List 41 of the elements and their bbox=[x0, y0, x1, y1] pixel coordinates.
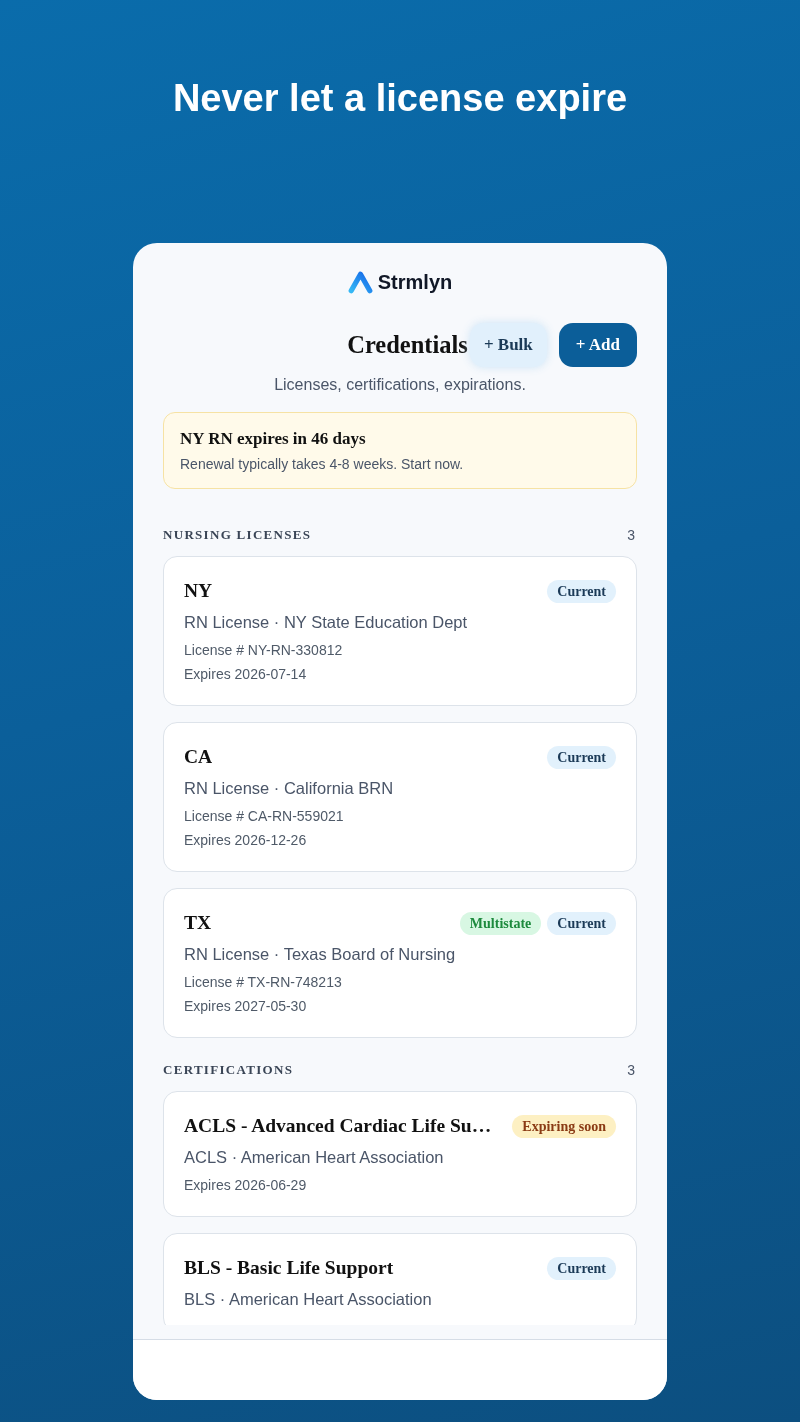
headline: Never let a license expire bbox=[172, 76, 628, 120]
section-count: 3 bbox=[627, 527, 635, 543]
alert-text: Renewal typically takes 4-8 weeks. Start now. bbox=[180, 455, 465, 473]
credential-issuer: ACLS · American Heart Association bbox=[184, 1147, 445, 1168]
credential-title: CA bbox=[184, 745, 213, 769]
credential-detail: License # NY-RN-330812 bbox=[184, 641, 344, 660]
alert-title: NY RN expires in 46 days bbox=[180, 429, 367, 449]
credential-card[interactable]: ACLS - Advanced Cardiac Life Su… Expiring soon ACLS · American Heart Association Expires 2026-06-29 bbox=[163, 1091, 637, 1217]
credential-title: NY bbox=[184, 579, 213, 603]
add-button[interactable]: + Add bbox=[558, 323, 637, 367]
section-title: CERTIFICATIONS bbox=[163, 1062, 294, 1078]
credential-detail: Expires 2026-12-26 bbox=[184, 831, 308, 850]
credential-detail: Expires 2026-06-29 bbox=[184, 1176, 308, 1195]
credential-detail: License # TX-RN-748213 bbox=[184, 973, 343, 992]
bulk-add-button[interactable]: + Bulk bbox=[469, 323, 547, 367]
page-title: Credentials bbox=[347, 330, 468, 360]
status-badge: Multistate bbox=[459, 911, 542, 935]
status-badge: Current bbox=[547, 1256, 616, 1280]
logo-text: Strmlyn bbox=[377, 270, 453, 294]
credential-card[interactable]: TX Multistate Current RN License · Texas Board of Nursing License # TX-RN-748213 Expires 2027-05-30 bbox=[163, 888, 637, 1038]
credential-card[interactable]: NY Current RN License · NY State Education Dept License # NY-RN-330812 Expires 2026-07-14 bbox=[163, 556, 637, 706]
status-badge: Current bbox=[547, 745, 616, 769]
credential-detail: License # CA-RN-559021 bbox=[184, 807, 345, 826]
credential-issuer: RN License · NY State Education Dept bbox=[184, 612, 469, 633]
credential-detail: Expires 2026-07-14 bbox=[184, 665, 308, 684]
page-subtitle: Licenses, certifications, expirations. bbox=[273, 375, 527, 395]
credential-title: ACLS - Advanced Cardiac Life Su… bbox=[184, 1114, 492, 1138]
status-badge: Current bbox=[547, 911, 616, 935]
credential-detail: Expires 2027-05-30 bbox=[184, 997, 308, 1016]
credential-issuer: RN License · Texas Board of Nursing bbox=[184, 944, 457, 965]
credential-title: TX bbox=[184, 911, 212, 935]
logo-icon bbox=[347, 270, 373, 294]
credential-card[interactable]: BLS - Basic Life Support Current BLS · American Heart Association bbox=[163, 1233, 637, 1325]
status-badge: Expiring soon bbox=[512, 1114, 616, 1138]
status-badge: Current bbox=[547, 579, 616, 603]
section-title: NURSING LICENSES bbox=[163, 527, 312, 543]
credential-issuer: BLS · American Heart Association bbox=[184, 1289, 433, 1310]
credential-issuer: RN License · California BRN bbox=[184, 778, 395, 799]
credential-title: BLS - Basic Life Support bbox=[184, 1256, 394, 1280]
credential-card[interactable]: CA Current RN License · California BRN License # CA-RN-559021 Expires 2026-12-26 bbox=[163, 722, 637, 872]
section-count: 3 bbox=[627, 1062, 635, 1078]
